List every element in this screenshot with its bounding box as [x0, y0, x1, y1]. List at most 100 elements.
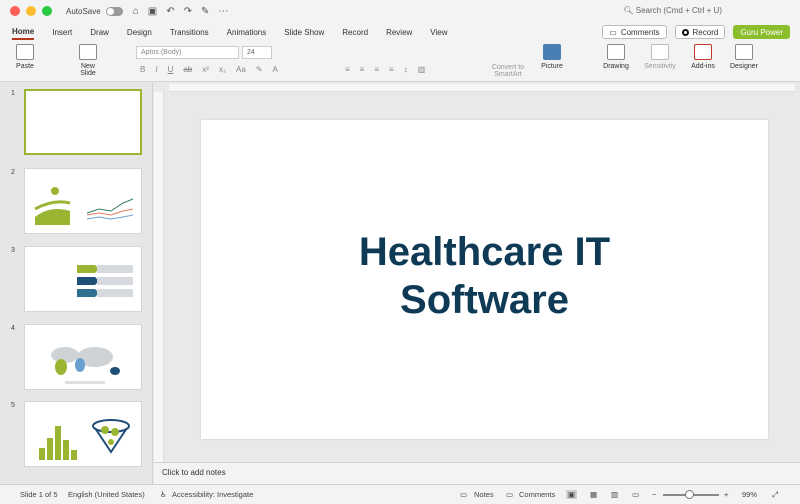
drawing-label: Drawing	[603, 63, 629, 70]
superscript-button[interactable]: x²	[202, 65, 209, 74]
tab-view[interactable]: View	[430, 26, 447, 39]
slide-canvas[interactable]: Healthcare IT Software	[201, 120, 768, 439]
more-icon[interactable]: ⋯	[218, 6, 228, 17]
notes-icon: ▭	[460, 490, 468, 499]
slide-sorter-icon[interactable]: ▦	[590, 490, 597, 499]
ribbon-tabs: Home Insert Draw Design Transitions Anim…	[0, 22, 800, 42]
slide-thumbnail-2[interactable]	[24, 168, 142, 234]
vertical-ruler	[154, 92, 164, 462]
language-status[interactable]: English (United States)	[68, 490, 145, 499]
slide-thumbnail-3[interactable]	[24, 246, 142, 312]
notes-button[interactable]: Notes	[474, 490, 494, 499]
columns-icon[interactable]: ▥	[418, 65, 426, 74]
record-label: Record	[692, 27, 719, 37]
tab-home[interactable]: Home	[12, 25, 35, 40]
home-icon[interactable]: ⌂	[133, 6, 139, 17]
normal-view-icon[interactable]: ▣	[566, 490, 578, 499]
slide-thumbnail-1[interactable]	[24, 89, 142, 155]
tab-slide-show[interactable]: Slide Show	[284, 26, 324, 39]
comments-button[interactable]: ▭ Comments	[602, 25, 667, 39]
comments-status-button[interactable]: Comments	[519, 490, 555, 499]
convert-smartart-button[interactable]: Convert to SmartArt	[488, 46, 528, 78]
edit-icon[interactable]: ✎	[201, 6, 209, 17]
guru-label: Guru Power	[740, 27, 783, 37]
format-buttons: B I U ab x² x₂ Aa ✎ A	[140, 65, 278, 74]
smartart-icon	[488, 46, 528, 64]
save-icon[interactable]: ▣	[148, 6, 157, 17]
tab-record[interactable]: Record	[342, 26, 368, 39]
tab-actions: ▭ Comments Record Guru Power	[602, 25, 790, 39]
slideshow-icon[interactable]: ▭	[632, 490, 639, 499]
slide-thumbnail-5[interactable]	[24, 401, 142, 467]
guru-power-button[interactable]: Guru Power	[733, 25, 790, 39]
slide-number: 5	[11, 402, 15, 409]
thumbnail-4-graphic	[51, 347, 120, 384]
zoom-in-icon[interactable]: +	[724, 490, 728, 499]
sensitivity-icon	[651, 44, 669, 60]
notes-placeholder: Click to add notes	[162, 468, 226, 477]
undo-icon[interactable]: ↶	[166, 6, 174, 17]
font-name-select[interactable]: Aptos (Body)	[136, 46, 239, 59]
sensitivity-button[interactable]: Sensitivity	[642, 44, 678, 70]
bold-button[interactable]: B	[140, 65, 145, 74]
zoom-window-button[interactable]	[42, 6, 52, 16]
title-bar: AutoSave ⌂ ▣ ↶ ↷ ✎ ⋯ 🔍︎ Search (Cmd + Ct…	[0, 0, 800, 22]
new-slide-button[interactable]: New Slide	[70, 44, 106, 77]
slide-title[interactable]: Healthcare IT Software	[201, 228, 768, 324]
reading-view-icon[interactable]: ▥	[611, 490, 618, 499]
zoom-level[interactable]: 99%	[742, 490, 757, 499]
picture-icon	[543, 44, 561, 60]
strikethrough-button[interactable]: ab	[183, 65, 192, 74]
drawing-button[interactable]: Drawing	[601, 44, 631, 70]
tab-insert[interactable]: Insert	[52, 26, 72, 39]
close-window-button[interactable]	[10, 6, 20, 16]
tab-design[interactable]: Design	[127, 26, 152, 39]
autosave-label: AutoSave	[66, 6, 101, 16]
line-spacing-icon[interactable]: ↕	[404, 65, 408, 74]
designer-label: Designer	[729, 63, 758, 70]
search-placeholder: Search (Cmd + Ctrl + U)	[635, 6, 722, 15]
autosave-toggle[interactable]	[105, 6, 123, 16]
tab-animations[interactable]: Animations	[227, 26, 267, 39]
change-case-button[interactable]: Aa	[236, 65, 246, 74]
convert-label-1: Convert to	[491, 64, 525, 71]
redo-icon[interactable]: ↷	[184, 6, 192, 17]
align-right-icon[interactable]: ≡	[374, 65, 379, 74]
tab-review[interactable]: Review	[386, 26, 412, 39]
paste-button[interactable]: Paste	[10, 44, 40, 70]
italic-button[interactable]: I	[155, 65, 157, 74]
accessibility-icon: ♿︎	[160, 490, 167, 499]
thumbnail-5-graphic	[39, 419, 130, 460]
tab-draw[interactable]: Draw	[90, 26, 109, 39]
fit-slide-icon[interactable]: ⤢	[772, 490, 778, 500]
notes-pane[interactable]: Click to add notes	[154, 462, 800, 484]
comment-icon: ▭	[609, 27, 617, 37]
align-left-icon[interactable]: ≡	[345, 65, 350, 74]
slide-thumbnail-4[interactable]	[24, 324, 142, 390]
clipboard-icon	[16, 44, 34, 60]
record-button[interactable]: Record	[674, 25, 726, 39]
accessibility-status[interactable]: Accessibility: Investigate	[172, 490, 253, 499]
zoom-slider-handle[interactable]	[685, 490, 694, 499]
minimize-window-button[interactable]	[26, 6, 36, 16]
add-ins-button[interactable]: Add-ins	[688, 44, 718, 70]
comments-label: Comments	[620, 27, 660, 37]
font-color-icon[interactable]: A	[273, 65, 278, 74]
thumbnail-3-graphic	[77, 265, 133, 297]
zoom-out-icon[interactable]: −	[652, 490, 656, 499]
justify-icon[interactable]: ≡	[389, 65, 394, 74]
slide-count: Slide 1 of 5	[20, 490, 58, 499]
designer-button[interactable]: Designer	[728, 44, 760, 70]
slide-number: 1	[11, 90, 15, 97]
tab-transitions[interactable]: Transitions	[170, 26, 209, 39]
align-center-icon[interactable]: ≡	[360, 65, 365, 74]
search-box[interactable]: 🔍︎ Search (Cmd + Ctrl + U)	[623, 6, 722, 15]
underline-button[interactable]: U	[168, 65, 174, 74]
new-slide-icon	[79, 44, 97, 60]
picture-button[interactable]: Picture	[538, 44, 566, 70]
font-size-select[interactable]: 24	[242, 46, 272, 59]
highlight-icon[interactable]: ✎	[256, 65, 263, 74]
thumbnail-2-graphic	[34, 187, 134, 225]
add-ins-label: Add-ins	[691, 63, 715, 70]
subscript-button[interactable]: x₂	[219, 65, 226, 74]
